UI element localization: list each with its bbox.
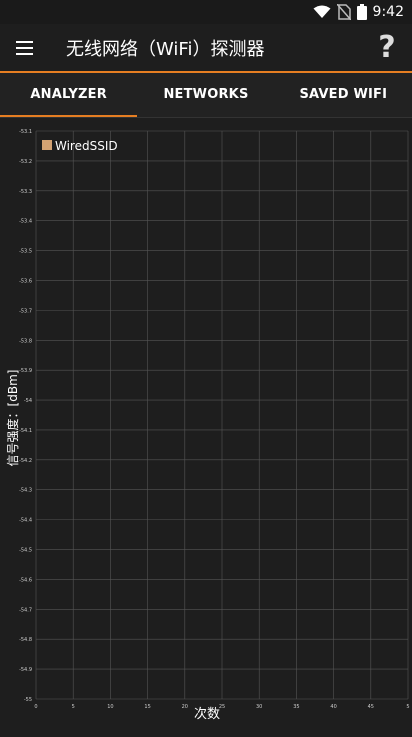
y-tick-label: -54 xyxy=(24,398,32,404)
x-axis-label: 次数 xyxy=(194,706,220,722)
y-tick-label: -53.2 xyxy=(19,159,32,165)
y-tick-label: -53.7 xyxy=(19,308,32,314)
y-tick-label: -54.5 xyxy=(19,548,32,554)
y-tick-label: -53.8 xyxy=(19,338,32,344)
y-tick-label: -54.1 xyxy=(19,428,32,434)
y-tick-label: -54.3 xyxy=(19,488,32,494)
help-button[interactable]: ? xyxy=(374,28,400,68)
y-axis-label: 信号强度：[dBm] xyxy=(5,370,20,467)
y-tick-label: -53.6 xyxy=(19,278,32,284)
y-tick-label: -54.4 xyxy=(19,518,32,524)
y-tick-label: -53.5 xyxy=(19,249,32,255)
y-tick-label: -55 xyxy=(24,697,32,703)
no-sim-icon xyxy=(336,4,351,20)
y-tick-label: -54.7 xyxy=(19,607,32,613)
signal-strength-chart: -53.1 -53.2 -53.3 -53.4 -53.5 -53.6 -53.7 -53.8… xyxy=(0,118,412,733)
chart-svg: -53.1 -53.2 -53.3 -53.4 -53.5 -53.6 -53.7 -53.8… xyxy=(5,129,410,722)
x-tick-label: 15 xyxy=(144,704,150,710)
y-tick-label: -53.1 xyxy=(19,129,32,135)
x-tick-label: 30 xyxy=(256,704,262,710)
help-icon: ? xyxy=(378,30,396,65)
menu-button[interactable] xyxy=(14,38,36,58)
x-tick-label: 35 xyxy=(293,704,299,710)
y-tick-label: -54.8 xyxy=(19,637,32,643)
battery-icon xyxy=(356,4,367,20)
legend-label: WiredSSID xyxy=(55,139,118,153)
x-tick-label: 10 xyxy=(107,704,113,710)
status-icons: 9:42 xyxy=(313,3,404,21)
status-bar: 9:42 xyxy=(0,0,412,24)
x-tick-label: 5 xyxy=(406,704,409,710)
tab-networks[interactable]: NETWORKS xyxy=(137,73,274,117)
hamburger-menu-icon xyxy=(16,41,33,55)
x-tick-label: 40 xyxy=(330,704,336,710)
tab-saved-wifi[interactable]: SAVED WIFI xyxy=(275,73,412,117)
y-tick-label: -54.9 xyxy=(19,667,32,673)
wifi-icon xyxy=(313,5,331,18)
tab-analyzer[interactable]: ANALYZER xyxy=(0,73,138,117)
app-title: 无线网络（WiFi）探测器 xyxy=(66,39,265,60)
y-tick-label: -53.3 xyxy=(19,189,32,195)
tab-bar: ANALYZER NETWORKS SAVED WIFI xyxy=(0,73,412,117)
y-tick-label: -53.4 xyxy=(19,219,32,225)
y-tick-label: -54.6 xyxy=(19,577,32,583)
status-time: 9:42 xyxy=(372,4,404,20)
x-tick-label: 45 xyxy=(368,704,374,710)
y-tick-label: -53.9 xyxy=(19,368,32,374)
legend-swatch xyxy=(42,140,52,150)
x-tick-label: 20 xyxy=(182,704,188,710)
x-tick-label: 0 xyxy=(34,704,37,710)
x-tick-label: 5 xyxy=(72,704,75,710)
app-bar: 无线网络（WiFi）探测器 ? xyxy=(0,24,412,72)
y-tick-label: -54.2 xyxy=(19,458,32,464)
